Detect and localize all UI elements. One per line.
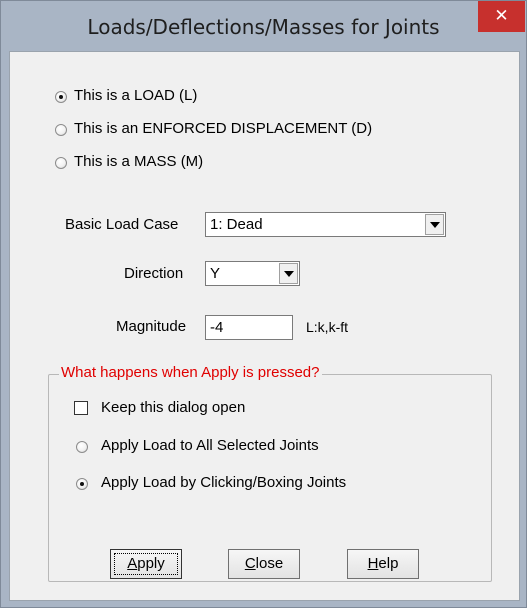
- apply-button[interactable]: Apply: [110, 549, 182, 579]
- radio-mass-label[interactable]: This is a MASS (M): [74, 153, 203, 170]
- dropdown-arrow-icon[interactable]: [279, 263, 298, 284]
- magnitude-value: -4: [210, 319, 224, 336]
- direction-value: Y: [210, 265, 221, 282]
- radio-apply-by-clicking-label[interactable]: Apply Load by Clicking/Boxing Joints: [101, 474, 346, 491]
- keep-open-label[interactable]: Keep this dialog open: [101, 399, 245, 416]
- magnitude-label: Magnitude: [116, 318, 187, 335]
- close-mnemonic: C: [244, 555, 256, 572]
- direction-label: Direction: [124, 265, 184, 282]
- radio-apply-by-clicking[interactable]: [76, 478, 88, 490]
- keep-open-checkbox[interactable]: [74, 401, 88, 415]
- load-case-value: 1: Dead: [210, 216, 263, 233]
- radio-enforced-displacement[interactable]: [55, 124, 67, 136]
- radio-enforced-displacement-label[interactable]: This is an ENFORCED DISPLACEMENT (D): [74, 120, 372, 137]
- close-label-rest: lose: [255, 555, 284, 572]
- radio-load[interactable]: [55, 91, 67, 103]
- load-case-label: Basic Load Case: [65, 216, 179, 233]
- close-dialog-button[interactable]: Close: [228, 549, 300, 579]
- radio-apply-all-selected[interactable]: [76, 441, 88, 453]
- radio-load-label[interactable]: This is a LOAD (L): [74, 87, 197, 104]
- magnitude-input[interactable]: -4: [205, 315, 293, 340]
- help-button[interactable]: Help: [347, 549, 419, 579]
- radio-mass[interactable]: [55, 157, 67, 169]
- close-icon: ✕: [494, 6, 509, 26]
- apply-label-rest: pply: [137, 555, 165, 572]
- dropdown-arrow-icon[interactable]: [425, 214, 444, 235]
- apply-mnemonic: A: [127, 555, 138, 572]
- close-button[interactable]: ✕: [478, 1, 525, 32]
- load-case-select[interactable]: 1: Dead: [205, 212, 446, 237]
- help-label-rest: elp: [378, 555, 399, 572]
- dialog-body: This is a LOAD (L) This is an ENFORCED D…: [9, 51, 520, 601]
- dialog-title: Loads/Deflections/Masses for Joints: [87, 15, 440, 39]
- help-mnemonic: H: [367, 555, 379, 572]
- units-label: L:k,k-ft: [306, 319, 349, 335]
- radio-apply-all-selected-label[interactable]: Apply Load to All Selected Joints: [101, 437, 319, 454]
- dialog-window: Loads/Deflections/Masses for Joints ✕ Th…: [0, 0, 527, 608]
- title-bar[interactable]: Loads/Deflections/Masses for Joints ✕: [1, 1, 526, 51]
- apply-group-title: What happens when Apply is pressed?: [59, 364, 322, 381]
- direction-select[interactable]: Y: [205, 261, 300, 286]
